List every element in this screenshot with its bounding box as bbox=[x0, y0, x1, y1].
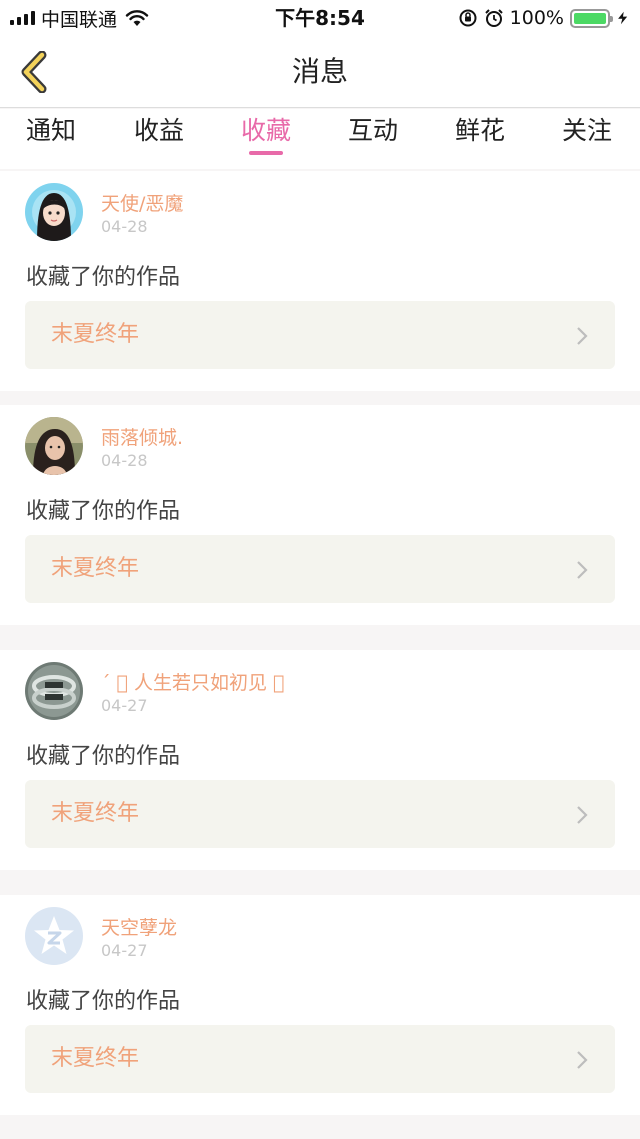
username[interactable]: ˊ ゙ 人生若只如初见 ゙ bbox=[101, 668, 284, 695]
message-date: 04-28 bbox=[101, 217, 148, 236]
chevron-right-icon bbox=[577, 806, 588, 824]
page-title: 消息 bbox=[291, 55, 348, 88]
alarm-icon bbox=[484, 9, 503, 27]
message-card: 天空孽龙 04-27 收藏了你的作品 末夏终年 bbox=[0, 895, 640, 1115]
tab-earnings[interactable]: 收益 bbox=[104, 109, 214, 169]
chevron-right-icon bbox=[577, 327, 588, 345]
chevron-right-icon bbox=[577, 561, 588, 579]
tab-follows[interactable]: 关注 bbox=[532, 109, 640, 169]
username[interactable]: 天使/恶魔 bbox=[101, 189, 183, 216]
cartoon-girl-avatar-icon[interactable] bbox=[25, 183, 83, 241]
message-date: 04-27 bbox=[101, 696, 148, 715]
battery-percent: 100% bbox=[509, 7, 564, 29]
work-link[interactable]: 末夏终年 bbox=[25, 535, 615, 603]
tab-notifications[interactable]: 通知 bbox=[0, 109, 106, 169]
action-text: 收藏了你的作品 bbox=[26, 744, 181, 769]
status-right: 100% bbox=[458, 0, 630, 36]
work-title: 末夏终年 bbox=[51, 322, 140, 347]
message-date: 04-28 bbox=[101, 451, 148, 470]
message-date: 04-27 bbox=[101, 941, 148, 960]
action-text: 收藏了你的作品 bbox=[26, 499, 181, 524]
message-card: 天使/恶魔 04-28 收藏了你的作品 末夏终年 bbox=[0, 171, 640, 391]
work-link[interactable]: 末夏终年 bbox=[25, 1025, 615, 1093]
action-text: 收藏了你的作品 bbox=[26, 265, 181, 290]
active-tab-indicator bbox=[249, 151, 283, 155]
message-card: 雨落倾城. 04-28 收藏了你的作品 末夏终年 bbox=[0, 405, 640, 625]
battery-icon bbox=[570, 8, 613, 28]
username[interactable]: 雨落倾城. bbox=[101, 423, 183, 450]
chevron-right-icon bbox=[577, 1051, 588, 1069]
tab-flowers[interactable]: 鲜花 bbox=[425, 109, 535, 169]
ring-photo-avatar-icon[interactable] bbox=[25, 662, 83, 720]
message-tabs: 通知 收益 收藏 互动 鲜花 关注 bbox=[0, 109, 640, 169]
status-bar: 中国联通 下午8:54 100% bbox=[0, 0, 640, 36]
message-card: ˊ ゙ 人生若只如初见 ゙ 04-27 收藏了你的作品 末夏终年 bbox=[0, 650, 640, 870]
work-title: 末夏终年 bbox=[51, 801, 140, 826]
work-title: 末夏终年 bbox=[51, 1046, 140, 1071]
work-title: 末夏终年 bbox=[51, 556, 140, 581]
action-text: 收藏了你的作品 bbox=[26, 989, 181, 1014]
photo-avatar-icon[interactable] bbox=[25, 417, 83, 475]
navigation-bar: 消息 bbox=[0, 36, 640, 108]
orientation-lock-icon bbox=[459, 9, 477, 27]
username[interactable]: 天空孽龙 bbox=[101, 913, 177, 940]
work-link[interactable]: 末夏终年 bbox=[25, 301, 615, 369]
default-qzone-avatar-icon[interactable] bbox=[25, 907, 83, 965]
charging-bolt-icon bbox=[618, 11, 628, 25]
tab-favorites[interactable]: 收藏 bbox=[211, 109, 321, 169]
work-link[interactable]: 末夏终年 bbox=[25, 780, 615, 848]
tab-interactions[interactable]: 互动 bbox=[318, 109, 428, 169]
